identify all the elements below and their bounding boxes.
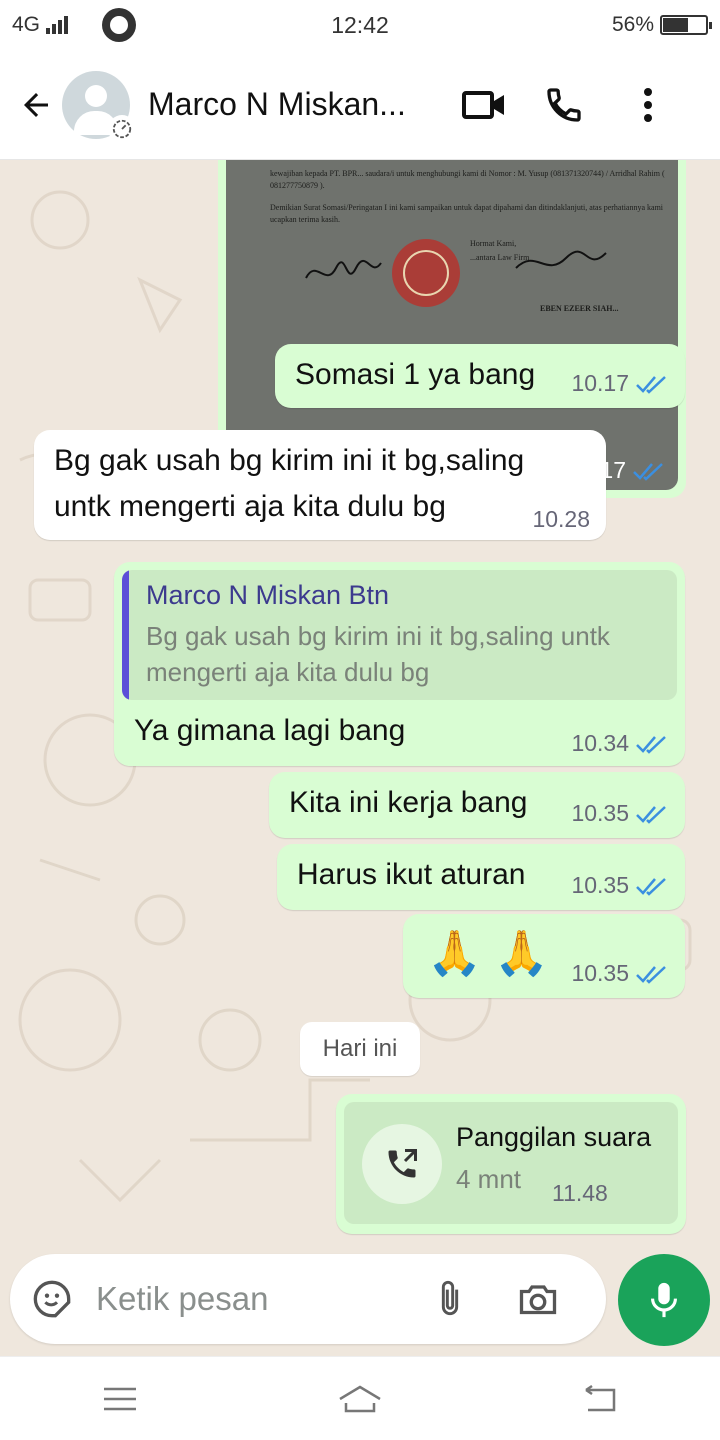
sticker-icon[interactable] — [30, 1277, 74, 1321]
quoted-sender: Marco N Miskan Btn — [146, 580, 390, 610]
double-check-icon — [636, 375, 666, 394]
system-nav-bar — [0, 1356, 720, 1440]
phone-icon[interactable] — [534, 75, 594, 135]
mic-icon — [651, 1282, 677, 1318]
message-meta: 10.35 — [571, 800, 669, 827]
message-meta: 10.35 — [571, 960, 669, 987]
message-outgoing[interactable]: Harus ikut aturan 10.35 — [277, 844, 685, 910]
back-arrow-icon[interactable] — [4, 73, 68, 137]
quoted-message[interactable]: Marco N Miskan Btn Bg gak usah bg kirim … — [122, 570, 677, 700]
mic-button[interactable] — [618, 1254, 710, 1346]
battery-icon — [660, 15, 712, 35]
date-divider: Hari ini — [300, 1022, 420, 1076]
avatar[interactable] — [62, 70, 136, 143]
chat-header: Marco N Miskan... — [0, 50, 720, 160]
chat-area[interactable]: kewajiban kepada PT. BPR... saudara/i un… — [0, 160, 720, 1250]
call-duration: 4 mnt — [456, 1164, 522, 1194]
message-text: Bg gak usah bg kirim ini it bg,saling — [54, 444, 525, 477]
timer-icon — [108, 114, 136, 143]
more-vert-icon[interactable] — [618, 75, 678, 135]
composer: Ketik pesan — [0, 1250, 720, 1356]
message-text: untk mengerti aja kita dulu bg — [54, 490, 446, 523]
double-check-icon — [636, 965, 666, 984]
message-outgoing-emoji[interactable]: 🙏 🙏 10.35 — [403, 914, 685, 998]
double-check-icon — [633, 462, 663, 481]
message-outgoing-reply[interactable]: Marco N Miskan Btn Bg gak usah bg kirim … — [114, 562, 685, 766]
network-label: 4G — [12, 13, 41, 36]
double-check-icon — [636, 877, 666, 896]
battery-percent: 56% — [611, 13, 654, 36]
emoji-text: 🙏 🙏 — [427, 929, 549, 978]
message-meta: 10.28 — [532, 506, 590, 532]
message-text: Ya gimana lagi bang — [134, 714, 406, 747]
message-text: Kita ini kerja bang — [289, 786, 528, 819]
message-incoming[interactable]: Bg gak usah bg kirim ini it bg,saling un… — [34, 430, 606, 540]
message-meta: 10.34 — [571, 730, 669, 757]
camera-icon[interactable] — [514, 1275, 562, 1323]
message-text: Somasi 1 ya bang — [295, 358, 536, 391]
call-outgoing-icon — [362, 1124, 442, 1204]
voice-call-message[interactable]: Panggilan suara 4 mnt 11.48 — [336, 1094, 686, 1234]
call-time: 11.48 — [552, 1180, 608, 1206]
quoted-text: Bg gak usah bg kirim ini it bg,saling un… — [146, 621, 610, 687]
contact-name[interactable]: Marco N Miskan... — [148, 86, 438, 123]
double-check-icon — [636, 805, 666, 824]
status-bar: 4G 12:42 56% — [0, 0, 720, 50]
message-meta: 10.35 — [571, 872, 669, 899]
menu-icon[interactable] — [90, 1377, 150, 1421]
message-text: Harus ikut aturan — [297, 858, 526, 891]
message-meta: 10.17 — [571, 370, 669, 397]
back-icon[interactable] — [570, 1377, 630, 1421]
message-outgoing[interactable]: Kita ini kerja bang 10.35 — [269, 772, 685, 838]
call-title: Panggilan suara — [456, 1122, 652, 1152]
message-outgoing[interactable]: Somasi 1 ya bang 10.17 — [275, 344, 685, 408]
app-notification-icon — [102, 8, 137, 42]
signal-icon — [46, 16, 69, 34]
call-box[interactable]: Panggilan suara 4 mnt 11.48 — [344, 1102, 678, 1224]
attach-icon[interactable] — [428, 1277, 472, 1321]
video-call-icon[interactable] — [454, 75, 514, 135]
message-input[interactable]: Ketik pesan — [10, 1254, 606, 1344]
input-placeholder: Ketik pesan — [96, 1280, 269, 1317]
double-check-icon — [636, 735, 666, 754]
home-icon[interactable] — [330, 1377, 390, 1421]
